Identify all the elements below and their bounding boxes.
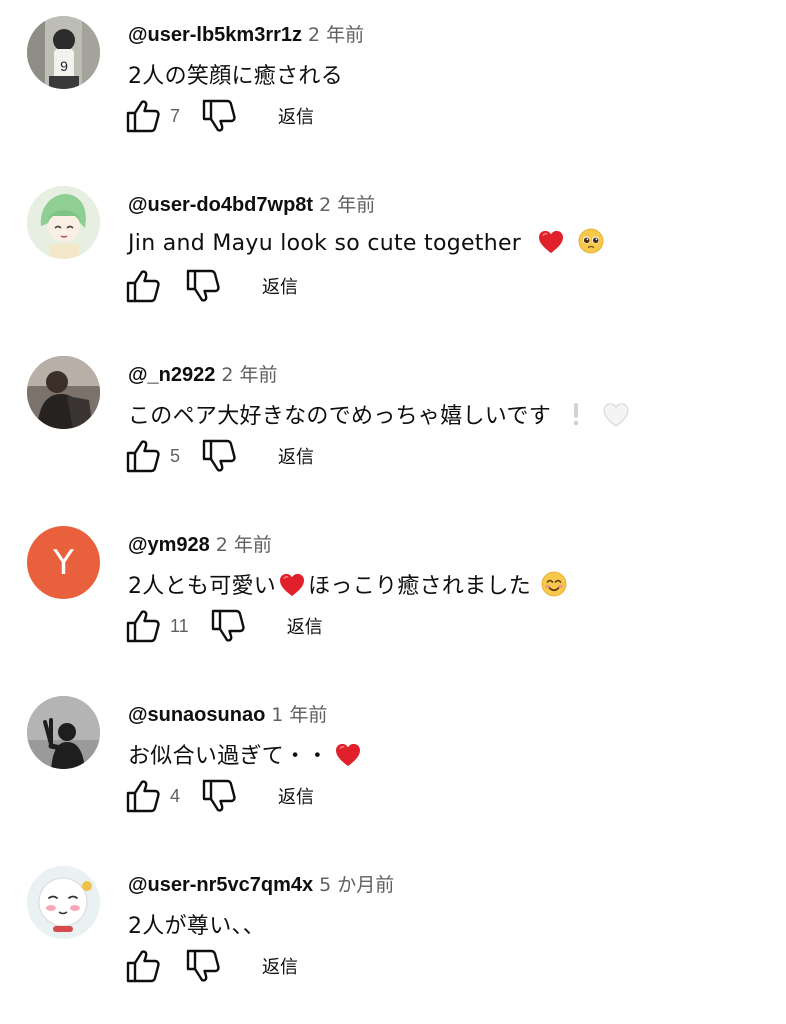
- reply-button[interactable]: 返信: [278, 783, 314, 809]
- dislike-button[interactable]: [184, 266, 222, 306]
- comment-text: Jin and Mayu look so cute together: [128, 231, 522, 256]
- pleading-face-icon: [578, 228, 604, 254]
- avatar[interactable]: [27, 696, 100, 769]
- comment-time[interactable]: 2 年前: [308, 24, 364, 46]
- red-heart-icon: [335, 743, 361, 767]
- thumb-down-icon: [185, 948, 221, 984]
- comment-text: 2人の笑顔に癒される: [128, 64, 343, 89]
- comment-author[interactable]: @sunaosunao: [128, 704, 265, 726]
- comment-item: @sunaosunao 1 年前 お似合い過ぎて・・ 4 返信: [0, 680, 786, 850]
- comment-time[interactable]: 5 か月前: [319, 874, 394, 896]
- reply-button[interactable]: 返信: [287, 613, 323, 639]
- comment-time[interactable]: 2 年前: [221, 364, 277, 386]
- comment-author[interactable]: @user-do4bd7wp8t: [128, 194, 313, 216]
- white-heart-icon: [603, 403, 629, 427]
- dislike-button[interactable]: [184, 946, 222, 986]
- comment-item: @user-do4bd7wp8t 2 年前 Jin and Mayu look s…: [0, 170, 786, 340]
- red-heart-icon: [279, 573, 305, 597]
- comment-item: @_n2922 2 年前 このペア大好きなのでめっちゃ嬉しいです 5 返信: [0, 340, 786, 510]
- avatar-anime-girl-icon: [27, 186, 100, 259]
- reply-button[interactable]: 返信: [278, 443, 314, 469]
- thumb-down-icon: [201, 438, 237, 474]
- comment-list: 9 @user-lb5km3rr1z 2 年前 2人の笑顔に癒される 7 返信: [0, 0, 786, 1024]
- comment-item: @user-nr5vc7qm4x 5 か月前 2人が尊い、、 返信: [0, 850, 786, 1020]
- comment-time[interactable]: 2 年前: [319, 194, 375, 216]
- comment-text: お似合い過ぎて・・: [128, 744, 329, 769]
- reply-button[interactable]: 返信: [262, 953, 298, 979]
- avatar-letter: Y: [53, 542, 74, 583]
- dislike-button[interactable]: [200, 96, 238, 136]
- thumb-down-icon: [185, 268, 221, 304]
- avatar-shadow-peace-icon: [27, 696, 100, 769]
- comment-text: このペア大好きなのでめっちゃ嬉しいです: [128, 404, 552, 429]
- like-button[interactable]: [124, 266, 162, 306]
- dislike-button[interactable]: [200, 776, 238, 816]
- thumb-down-icon: [210, 608, 246, 644]
- thumb-up-icon: [125, 608, 161, 644]
- thumb-up-icon: [125, 268, 161, 304]
- like-button[interactable]: [124, 606, 162, 646]
- thumb-up-icon: [125, 778, 161, 814]
- avatar-person-photo-icon: [27, 356, 100, 429]
- comment-time[interactable]: 1 年前: [271, 704, 327, 726]
- reply-button[interactable]: 返信: [262, 273, 298, 299]
- comment-text: 2人とも可愛い: [128, 574, 277, 599]
- dislike-button[interactable]: [200, 436, 238, 476]
- comment-text-wrap: お似合い過ぎて・・: [128, 738, 364, 770]
- avatar[interactable]: [27, 186, 100, 259]
- comment-author[interactable]: @user-nr5vc7qm4x: [128, 874, 313, 896]
- avatar[interactable]: [27, 356, 100, 429]
- comment-text-wrap: Jin and Mayu look so cute together: [128, 228, 607, 256]
- comment-text: 2人が尊い、、: [128, 914, 266, 939]
- like-button[interactable]: [124, 946, 162, 986]
- comment-text-wrap: このペア大好きなのでめっちゃ嬉しいです: [128, 398, 632, 430]
- like-count: 11: [170, 615, 189, 636]
- thumb-down-icon: [201, 98, 237, 134]
- dislike-button[interactable]: [209, 606, 247, 646]
- comment-author[interactable]: @user-lb5km3rr1z: [128, 24, 302, 46]
- comment-author[interactable]: @_n2922: [128, 364, 215, 386]
- comment-time[interactable]: 2 年前: [216, 534, 272, 556]
- thumb-up-icon: [125, 98, 161, 134]
- like-button[interactable]: [124, 436, 162, 476]
- thumb-down-icon: [201, 778, 237, 814]
- avatar[interactable]: 9: [27, 16, 100, 89]
- like-button[interactable]: [124, 776, 162, 816]
- like-count: 7: [170, 105, 181, 126]
- comment-item: 9 @user-lb5km3rr1z 2 年前 2人の笑顔に癒される 7 返信: [0, 0, 786, 170]
- comment-text-wrap: 2人とも可愛い ほっこり癒されました: [128, 568, 570, 600]
- reply-button[interactable]: 返信: [278, 103, 314, 129]
- like-button[interactable]: [124, 96, 162, 136]
- comment-text-continued: ほっこり癒されました: [308, 574, 532, 599]
- white-exclamation-icon: [574, 403, 579, 426]
- avatar-cute-character-icon: [27, 866, 100, 939]
- svg-text:9: 9: [60, 58, 68, 74]
- avatar-basketball-icon: 9: [27, 16, 100, 89]
- avatar[interactable]: Y: [27, 526, 100, 599]
- comment-item: Y @ym928 2 年前 2人とも可愛い ほっこり癒されました 11 返信: [0, 510, 786, 680]
- thumb-up-icon: [125, 948, 161, 984]
- smiling-face-icon: [542, 571, 567, 597]
- like-count: 4: [170, 785, 181, 806]
- like-count: 5: [170, 445, 181, 466]
- red-heart-icon: [538, 230, 564, 254]
- comment-author[interactable]: @ym928: [128, 534, 210, 556]
- avatar[interactable]: [27, 866, 100, 939]
- thumb-up-icon: [125, 438, 161, 474]
